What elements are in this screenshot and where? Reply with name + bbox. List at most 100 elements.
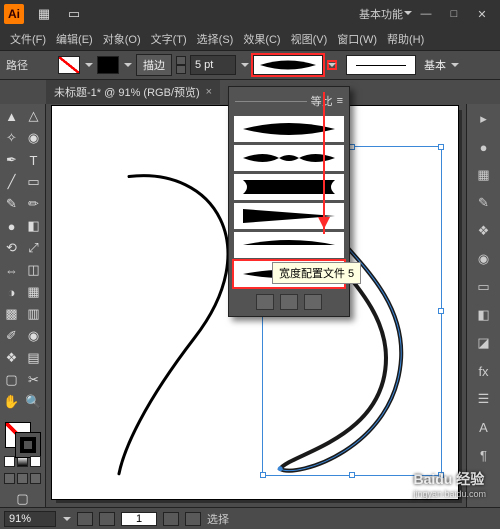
menu-window[interactable]: 窗口(W) bbox=[333, 29, 381, 49]
workspace-switcher[interactable]: 基本功能 bbox=[359, 6, 404, 22]
selection-tool[interactable]: ▲ bbox=[2, 106, 22, 126]
stroke-weight-field[interactable]: 5 pt bbox=[190, 55, 236, 75]
stroke-weight-dropdown-icon[interactable] bbox=[241, 61, 249, 69]
menu-file[interactable]: 文件(F) bbox=[6, 29, 50, 49]
graph-tool[interactable]: ▤ bbox=[24, 348, 44, 368]
layers-panel-icon[interactable]: ☰ bbox=[474, 390, 494, 408]
arrange-icon[interactable]: ▭ bbox=[64, 4, 84, 24]
line-tool[interactable]: ╱ bbox=[2, 172, 22, 192]
expand-panels-icon[interactable]: ▸ bbox=[474, 110, 494, 128]
title-bar: Ai ▦ ▭ 基本功能 — □ ✕ bbox=[0, 0, 500, 28]
color-mode-button[interactable] bbox=[4, 456, 15, 467]
menu-select[interactable]: 选择(S) bbox=[193, 29, 238, 49]
fill-swatch[interactable] bbox=[58, 56, 80, 74]
transparency-panel-icon[interactable]: ◧ bbox=[474, 306, 494, 324]
close-button[interactable]: ✕ bbox=[468, 4, 496, 24]
width-profile-option-2[interactable] bbox=[234, 145, 344, 171]
width-profile-selector[interactable] bbox=[253, 55, 323, 75]
rectangle-tool[interactable]: ▭ bbox=[24, 172, 44, 192]
stroke-swatch[interactable] bbox=[97, 56, 119, 74]
pen-tool[interactable]: ✒ bbox=[2, 150, 22, 170]
menu-effect[interactable]: 效果(C) bbox=[239, 29, 284, 49]
bridge-icon[interactable]: ▦ bbox=[34, 4, 54, 24]
width-profile-dropdown-icon[interactable] bbox=[328, 61, 336, 69]
appearance-panel-icon[interactable]: ◪ bbox=[474, 334, 494, 352]
blend-tool[interactable]: ◉ bbox=[24, 326, 44, 346]
maximize-button[interactable]: □ bbox=[440, 4, 468, 24]
direct-selection-tool[interactable]: △ bbox=[24, 106, 44, 126]
prev-artboard-button[interactable] bbox=[99, 512, 115, 526]
width-profile-option-1[interactable] bbox=[234, 116, 344, 142]
app-logo: Ai bbox=[4, 4, 24, 24]
rotate-tool[interactable]: ⟲ bbox=[2, 238, 22, 258]
hand-tool[interactable]: ✋ bbox=[2, 392, 22, 412]
zoom-tool[interactable]: 🔍 bbox=[24, 392, 44, 412]
minimize-button[interactable]: — bbox=[412, 4, 440, 24]
current-tool-label: 选择 bbox=[207, 511, 229, 527]
pencil-tool[interactable]: ✏ bbox=[24, 194, 44, 214]
free-transform-tool[interactable]: ◫ bbox=[24, 260, 44, 280]
document-tab[interactable]: 未标题-1* @ 91% (RGB/预览) × bbox=[46, 79, 220, 104]
menu-view[interactable]: 视图(V) bbox=[287, 29, 332, 49]
color-panel-icon[interactable]: ● bbox=[474, 138, 494, 156]
document-tab-close-icon[interactable]: × bbox=[206, 86, 212, 98]
width-profile-option-5[interactable] bbox=[234, 232, 344, 258]
menu-help[interactable]: 帮助(H) bbox=[383, 29, 428, 49]
width-tool[interactable]: ⇔ bbox=[2, 260, 22, 280]
first-artboard-button[interactable] bbox=[77, 512, 93, 526]
none-mode-button[interactable] bbox=[30, 456, 41, 467]
menu-bar: 文件(F) 编辑(E) 对象(O) 文字(T) 选择(S) 效果(C) 视图(V… bbox=[0, 28, 500, 50]
dropdown-header: 等比≡ bbox=[233, 91, 345, 113]
symbols-panel-icon[interactable]: ❖ bbox=[474, 222, 494, 240]
width-profile-option-3[interactable] bbox=[234, 174, 344, 200]
type-tool[interactable]: T bbox=[24, 150, 44, 170]
artboard-tool[interactable]: ▢ bbox=[2, 370, 22, 390]
menu-edit[interactable]: 编辑(E) bbox=[52, 29, 97, 49]
tooltip: 宽度配置文件 5 bbox=[272, 262, 361, 284]
slice-tool[interactable]: ✂ bbox=[24, 370, 44, 390]
brush-definition-selector[interactable] bbox=[346, 55, 416, 75]
mesh-tool[interactable]: ▩ bbox=[2, 304, 22, 324]
paragraph-panel-icon[interactable]: ¶ bbox=[474, 446, 494, 464]
right-panel-dock: ▸ ● ▦ ✎ ❖ ◉ ▭ ◧ ◪ fx ☰ A ¶ bbox=[466, 104, 500, 507]
symbol-sprayer-tool[interactable]: ❖ bbox=[2, 348, 22, 368]
magic-wand-tool[interactable]: ✧ bbox=[2, 128, 22, 148]
shape-builder-tool[interactable]: ◑ bbox=[2, 282, 22, 302]
reset-profile-button[interactable] bbox=[304, 294, 322, 310]
stroke-dropdown-icon[interactable] bbox=[124, 61, 132, 69]
graphic-styles-panel-icon[interactable]: fx bbox=[474, 362, 494, 380]
next-artboard-button[interactable] bbox=[163, 512, 179, 526]
eyedropper-tool[interactable]: ✐ bbox=[2, 326, 22, 346]
paintbrush-tool[interactable]: ✎ bbox=[2, 194, 22, 214]
menu-type[interactable]: 文字(T) bbox=[147, 29, 191, 49]
brushes-panel-icon[interactable]: ✎ bbox=[474, 194, 494, 212]
stroke-panel-link[interactable]: 描边 bbox=[136, 54, 172, 76]
stroke-weight-stepper[interactable] bbox=[176, 56, 186, 74]
stroke-box[interactable] bbox=[15, 432, 41, 458]
perspective-tool[interactable]: ▦ bbox=[24, 282, 44, 302]
draw-behind-button[interactable] bbox=[17, 473, 28, 484]
artboard-number-field[interactable]: 1 bbox=[121, 512, 157, 526]
lasso-tool[interactable]: ◉ bbox=[24, 128, 44, 148]
character-panel-icon[interactable]: A bbox=[474, 418, 494, 436]
fill-dropdown-icon[interactable] bbox=[85, 61, 93, 69]
fill-stroke-control[interactable] bbox=[5, 422, 41, 447]
eraser-tool[interactable]: ◧ bbox=[24, 216, 44, 236]
control-bar: 路径 描边 5 pt 基本 bbox=[0, 50, 500, 80]
stroke-panel-icon[interactable]: ◉ bbox=[474, 250, 494, 268]
last-artboard-button[interactable] bbox=[185, 512, 201, 526]
draw-inside-button[interactable] bbox=[30, 473, 41, 484]
blob-brush-tool[interactable]: ● bbox=[2, 216, 22, 236]
menu-object[interactable]: 对象(O) bbox=[99, 29, 145, 49]
gradient-panel-icon[interactable]: ▭ bbox=[474, 278, 494, 296]
scale-tool[interactable]: ⤢ bbox=[24, 238, 44, 258]
zoom-dropdown-icon[interactable] bbox=[63, 515, 71, 523]
zoom-field[interactable]: 91% bbox=[4, 511, 56, 527]
gradient-tool[interactable]: ▥ bbox=[24, 304, 44, 324]
delete-profile-button[interactable] bbox=[280, 294, 298, 310]
draw-normal-button[interactable] bbox=[4, 473, 15, 484]
add-profile-button[interactable] bbox=[256, 294, 274, 310]
brush-dropdown-icon[interactable] bbox=[451, 61, 459, 69]
screen-mode-button[interactable]: ▢ bbox=[13, 491, 33, 507]
swatches-panel-icon[interactable]: ▦ bbox=[474, 166, 494, 184]
